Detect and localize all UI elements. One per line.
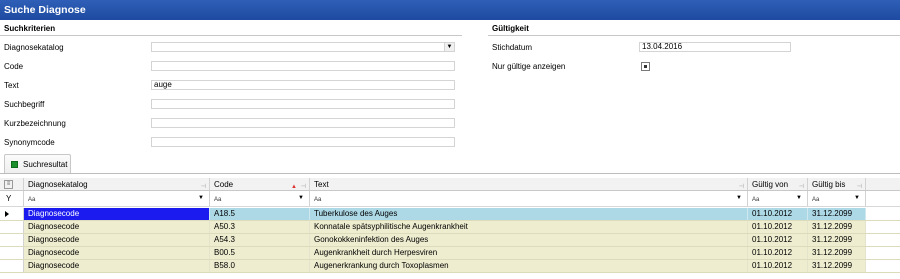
sort-asc-icon: ▲ bbox=[291, 184, 297, 190]
column-header-code[interactable]: Code ▲ ⊣ bbox=[210, 178, 310, 190]
code-label: Code bbox=[4, 62, 24, 71]
cell-katalog[interactable]: Diagnosecode bbox=[24, 208, 210, 220]
nur-gueltige-label: Nur gültige anzeigen bbox=[492, 62, 566, 71]
cell-katalog[interactable]: Diagnosecode bbox=[24, 260, 210, 272]
tab-divider bbox=[0, 173, 900, 174]
grid-corner[interactable]: ≡ bbox=[0, 178, 24, 190]
filter-gueltig-von[interactable]: Aa ▼ bbox=[748, 191, 808, 206]
cell-text[interactable]: Tuberkulose des Auges bbox=[310, 208, 748, 220]
nur-gueltige-checkbox[interactable] bbox=[641, 62, 650, 71]
cell-code[interactable]: B00.5 bbox=[210, 247, 310, 259]
cell-bis[interactable]: 31.12.2099 bbox=[808, 247, 866, 259]
row-selector[interactable] bbox=[0, 260, 24, 272]
diagnosekatalog-label: Diagnosekatalog bbox=[4, 43, 64, 52]
synonymcode-field[interactable] bbox=[151, 137, 455, 147]
cell-von[interactable]: 01.10.2012 bbox=[748, 234, 808, 246]
filter-row: Y Aa ▼ Aa ▼ Aa ▼ Aa ▼ Aa ▼ bbox=[0, 191, 900, 207]
code-field[interactable] bbox=[151, 61, 455, 71]
stichdatum-field[interactable]: 13.04.2016 bbox=[639, 42, 791, 52]
diagnosekatalog-select[interactable] bbox=[151, 42, 455, 52]
row-selector[interactable] bbox=[0, 247, 24, 259]
column-chooser-icon[interactable]: ≡ bbox=[4, 180, 13, 189]
chevron-down-icon[interactable]: ▼ bbox=[444, 43, 454, 51]
table-row[interactable]: Diagnosecode B00.5 Augenkrankheit durch … bbox=[0, 247, 900, 260]
cell-code[interactable]: A54.3 bbox=[210, 234, 310, 246]
cell-katalog[interactable]: Diagnosecode bbox=[24, 221, 210, 233]
kurzbezeichnung-field[interactable] bbox=[151, 118, 455, 128]
cell-code[interactable]: B58.0 bbox=[210, 260, 310, 272]
gueltigkeit-divider bbox=[488, 35, 900, 36]
current-row-icon bbox=[5, 211, 9, 217]
kurzbezeichnung-label: Kurzbezeichnung bbox=[4, 119, 66, 128]
suchkriterien-divider bbox=[0, 35, 462, 36]
gueltigkeit-header: Gültigkeit bbox=[492, 24, 529, 33]
suchbegriff-field[interactable] bbox=[151, 99, 455, 109]
filter-row-icon: Y bbox=[0, 191, 24, 206]
suchkriterien-header: Suchkriterien bbox=[4, 24, 56, 33]
chevron-down-icon: ▼ bbox=[198, 195, 204, 201]
table-row[interactable]: Diagnosecode A18.5 Tuberkulose des Auges… bbox=[0, 208, 900, 221]
pin-icon: ⊣ bbox=[200, 184, 206, 190]
cell-von[interactable]: 01.10.2012 bbox=[748, 208, 808, 220]
text-label: Text bbox=[4, 81, 19, 90]
cell-von[interactable]: 01.10.2012 bbox=[748, 260, 808, 272]
column-header-diagnosekatalog[interactable]: Diagnosekatalog ⊣ bbox=[24, 178, 210, 190]
chevron-down-icon: ▼ bbox=[854, 195, 860, 201]
cell-text[interactable]: Gonokokkeninfektion des Auges bbox=[310, 234, 748, 246]
pin-icon: ⊣ bbox=[798, 184, 804, 190]
pin-icon: ⊣ bbox=[856, 184, 862, 190]
column-header-text[interactable]: Text ⊣ bbox=[310, 178, 748, 190]
cell-bis[interactable]: 31.12.2099 bbox=[808, 260, 866, 272]
tab-suchresultat-label: Suchresultat bbox=[23, 160, 68, 169]
pin-icon: ⊣ bbox=[300, 184, 306, 190]
filter-code[interactable]: Aa ▼ bbox=[210, 191, 310, 206]
chevron-down-icon: ▼ bbox=[796, 195, 802, 201]
synonymcode-label: Synonymcode bbox=[4, 138, 55, 147]
column-header-gueltig-bis[interactable]: Gültig bis ⊣ bbox=[808, 178, 866, 190]
filter-diagnosekatalog[interactable]: Aa ▼ bbox=[24, 191, 210, 206]
cell-bis[interactable]: 31.12.2099 bbox=[808, 221, 866, 233]
cell-katalog[interactable]: Diagnosecode bbox=[24, 234, 210, 246]
grid-header: ≡ Diagnosekatalog ⊣ Code ▲ ⊣ Text ⊣ Gültig v… bbox=[0, 178, 900, 191]
pin-icon: ⊣ bbox=[738, 184, 744, 190]
chevron-down-icon: ▼ bbox=[298, 195, 304, 201]
table-row[interactable]: Diagnosecode A50.3 Konnatale spätsyphili… bbox=[0, 221, 900, 234]
tab-suchresultat[interactable]: Suchresultat bbox=[4, 154, 71, 174]
chevron-down-icon: ▼ bbox=[736, 195, 742, 201]
column-header-gueltig-von[interactable]: Gültig von ⊣ bbox=[748, 178, 808, 190]
window-title: Suche Diagnose bbox=[0, 0, 900, 20]
filter-gueltig-bis[interactable]: Aa ▼ bbox=[808, 191, 866, 206]
cell-text[interactable]: Augenerkrankung durch Toxoplasmen bbox=[310, 260, 748, 272]
cell-bis[interactable]: 31.12.2099 bbox=[808, 208, 866, 220]
row-selector[interactable] bbox=[0, 221, 24, 233]
cell-von[interactable]: 01.10.2012 bbox=[748, 247, 808, 259]
table-row[interactable]: Diagnosecode A54.3 Gonokokkeninfektion d… bbox=[0, 234, 900, 247]
table-row[interactable]: Diagnosecode B58.0 Augenerkrankung durch… bbox=[0, 260, 900, 273]
row-selector[interactable] bbox=[0, 234, 24, 246]
cell-bis[interactable]: 31.12.2099 bbox=[808, 234, 866, 246]
cell-code[interactable]: A50.3 bbox=[210, 221, 310, 233]
cell-code[interactable]: A18.5 bbox=[210, 208, 310, 220]
filter-text[interactable]: Aa ▼ bbox=[310, 191, 748, 206]
text-field[interactable]: auge bbox=[151, 80, 455, 90]
cell-text[interactable]: Konnatale spätsyphilitische Augenkrankhe… bbox=[310, 221, 748, 233]
stichdatum-label: Stichdatum bbox=[492, 43, 533, 52]
cell-von[interactable]: 01.10.2012 bbox=[748, 221, 808, 233]
result-grid-icon bbox=[11, 161, 18, 168]
row-selector[interactable] bbox=[0, 208, 24, 220]
cell-katalog[interactable]: Diagnosecode bbox=[24, 247, 210, 259]
suchbegriff-label: Suchbegriff bbox=[4, 100, 45, 109]
cell-text[interactable]: Augenkrankheit durch Herpesviren bbox=[310, 247, 748, 259]
